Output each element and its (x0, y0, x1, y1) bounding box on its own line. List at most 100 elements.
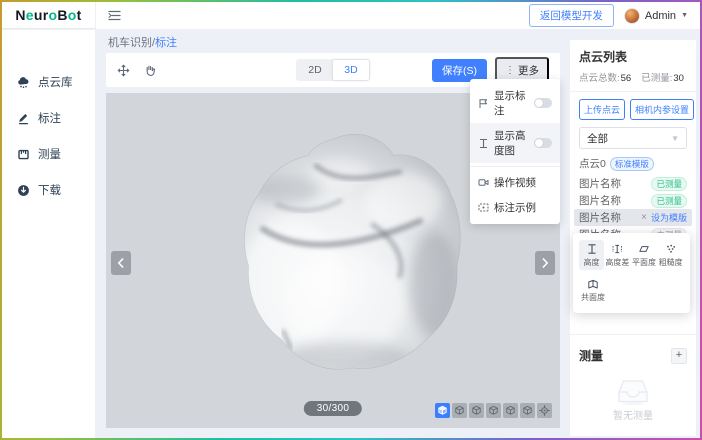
cube-view-button[interactable] (503, 403, 518, 418)
sidebar-item-measure[interactable]: 测量 (2, 136, 95, 172)
height-map-icon (478, 138, 489, 149)
locate-center-button[interactable] (537, 403, 552, 418)
prev-image-button[interactable] (111, 251, 131, 275)
menu-item-show-annotations[interactable]: 显示标注 (470, 83, 560, 123)
cube-view-button[interactable] (452, 403, 467, 418)
logo-letter: t (77, 7, 82, 23)
pan-tool-group (117, 64, 157, 77)
empty-text: 暂无测量 (613, 407, 653, 422)
chevron-right-icon (541, 258, 549, 268)
tool-height-diff[interactable]: 高度差 (604, 240, 631, 270)
add-measurement-button[interactable]: + (671, 348, 687, 364)
main-column: 机车识别/标注 2D 3D 保存(S) ⋮更多 (96, 30, 570, 438)
sidebar-item-label: 测量 (38, 146, 61, 162)
tool-height[interactable]: 高度 (579, 240, 604, 270)
move-icon[interactable] (117, 64, 130, 77)
flatness-tool-icon (638, 243, 650, 255)
image-name: 图片名称 (579, 193, 621, 208)
height-diff-tool-icon (611, 243, 623, 255)
tools-row: 高度 高度差 平面度 粗糙度 (579, 240, 684, 270)
point-cloud-group-row[interactable]: 点云0 标准模版 (579, 156, 687, 171)
menu-item-label: 标注示例 (494, 200, 536, 215)
coplanarity-tool-icon (587, 278, 599, 290)
vertical-dots-icon: ⋮ (505, 65, 515, 76)
sidebar-item-point-cloud-library[interactable]: 点云库 (2, 64, 95, 100)
back-to-model-dev-button[interactable]: 返回模型开发 (529, 4, 614, 27)
measure-tools-popup: 高度 高度差 平面度 粗糙度 (573, 233, 690, 313)
locate-icon (538, 404, 551, 417)
menu-item-label: 显示高度图 (494, 128, 529, 158)
view-mode-3d-button[interactable]: 3D (333, 60, 369, 80)
logo-letter: N (15, 7, 25, 23)
logo-letter: B (57, 7, 67, 23)
breadcrumb-current: 标注 (155, 37, 177, 49)
menu-item-label: 操作视频 (494, 175, 536, 190)
show-height-map-toggle[interactable] (534, 138, 552, 148)
hand-grab-icon[interactable] (144, 64, 157, 77)
tool-roughness[interactable]: 粗糙度 (657, 240, 684, 270)
tool-label: 粗糙度 (659, 257, 683, 268)
logo-letter-accent: e (26, 7, 34, 23)
measure-section-title: 测量 (579, 347, 603, 364)
upload-point-cloud-button[interactable]: 上传点云 (579, 99, 625, 120)
more-dropdown-menu: 显示标注 显示高度图 操作视频 (470, 79, 560, 224)
cube-iso-view-button[interactable] (435, 403, 450, 418)
cube-view-button[interactable] (486, 403, 501, 418)
download-icon (17, 184, 30, 197)
tool-coplanarity[interactable]: 共面度 (579, 275, 607, 305)
cube-view-button[interactable] (520, 403, 535, 418)
height-tool-icon (586, 243, 598, 255)
image-list-item-selected[interactable]: 图片名称 × 设为模版 (574, 209, 692, 226)
total-stat: 点云总数:56 (579, 70, 631, 84)
tool-label: 高度 (584, 257, 600, 268)
sidebar-item-download[interactable]: 下载 (2, 172, 95, 208)
measure-icon (17, 148, 30, 161)
sidebar-collapse-icon[interactable] (108, 10, 121, 21)
annotate-pen-icon (17, 112, 30, 125)
window-gradient-border: NeuroBot 返回模型开发 Admin ▼ 点云库 (0, 0, 702, 440)
tool-flatness[interactable]: 平面度 (631, 240, 658, 270)
tool-label: 共面度 (581, 292, 605, 303)
neurobot-logo: NeuroBot (15, 7, 81, 23)
point-cloud-library-icon (17, 76, 30, 89)
logo-letter: ur (34, 7, 49, 23)
show-annotations-toggle[interactable] (534, 98, 552, 108)
menu-item-tutorial-video[interactable]: 操作视频 (470, 170, 560, 195)
header-bar: 返回模型开发 Admin ▼ (96, 2, 700, 29)
sidebar-nav: 点云库 标注 测量 下载 (2, 30, 96, 438)
divider (570, 334, 696, 335)
panel-title: 点云列表 (579, 48, 687, 65)
row-action-group: × 设为模版 (641, 211, 687, 224)
set-as-template-link[interactable]: 设为模版 (651, 211, 687, 224)
logo-gear-o-icon: o (68, 7, 77, 23)
divider (570, 91, 696, 92)
sidebar-item-annotate[interactable]: 标注 (2, 100, 95, 136)
user-name: Admin (645, 10, 676, 22)
avatar (624, 8, 640, 24)
breadcrumb: 机车识别/标注 (96, 30, 570, 53)
user-menu[interactable]: Admin ▼ (624, 8, 688, 24)
measured-badge: 已测量 (651, 177, 687, 191)
view-mode-2d-button[interactable]: 2D (297, 60, 333, 80)
next-image-button[interactable] (535, 251, 555, 275)
filter-select[interactable]: 全部 ▼ (579, 127, 687, 149)
point-cloud-panel: 点云列表 点云总数:56 已测量:30 上传点云 相机内参设置 全部 ▼ 点云0… (570, 40, 696, 436)
menu-item-annotation-example[interactable]: 标注示例 (470, 195, 560, 220)
top-header: NeuroBot 返回模型开发 Admin ▼ (2, 2, 700, 30)
cube-view-button[interactable] (469, 403, 484, 418)
menu-divider (470, 166, 560, 167)
camera-intrinsics-button[interactable]: 相机内参设置 (630, 99, 694, 120)
measured-value: 30 (673, 73, 684, 84)
close-icon[interactable]: × (641, 213, 647, 223)
measured-label: 已测量: (641, 73, 672, 84)
point-cloud-stats: 点云总数:56 已测量:30 (579, 70, 687, 84)
tooth-model-3d[interactable] (218, 131, 463, 376)
menu-item-show-height-map[interactable]: 显示高度图 (470, 123, 560, 163)
measure-section-header: 测量 + (579, 347, 687, 364)
measured-stat: 已测量:30 (641, 70, 684, 84)
roughness-tool-icon (665, 243, 677, 255)
image-list-item[interactable]: 图片名称 已测量 (579, 192, 687, 209)
logo-area: NeuroBot (2, 2, 96, 29)
breadcrumb-parent[interactable]: 机车识别 (108, 37, 152, 49)
image-list-item[interactable]: 图片名称 已测量 (579, 175, 687, 192)
